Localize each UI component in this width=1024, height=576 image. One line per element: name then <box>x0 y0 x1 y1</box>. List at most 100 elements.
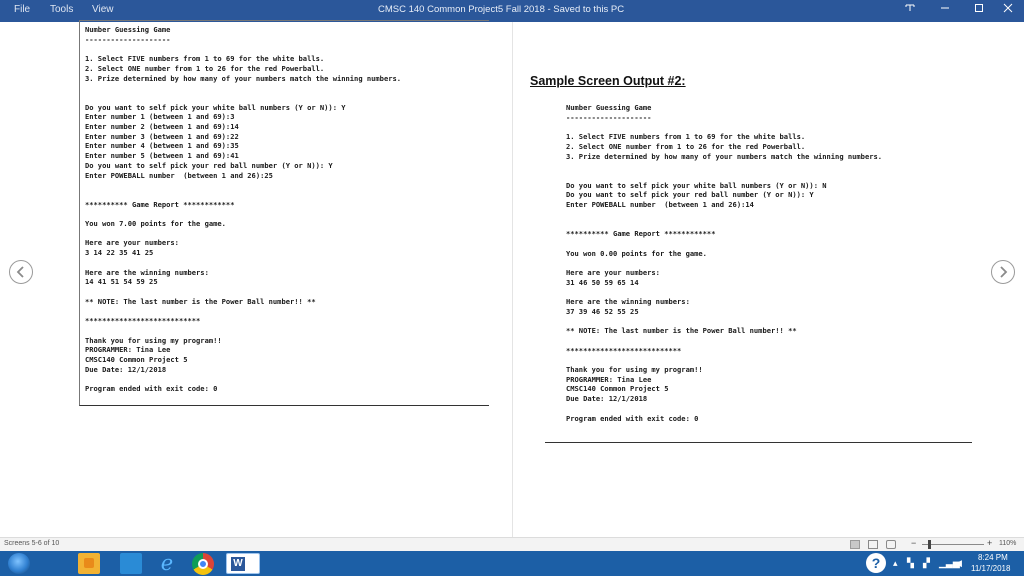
zoom-slider[interactable] <box>922 544 984 545</box>
sample-output-heading: Sample Screen Output #2: <box>530 74 686 88</box>
windows-start-icon[interactable] <box>8 553 30 574</box>
console-line: Do you want to self pick your white ball… <box>85 102 346 112</box>
network-icon[interactable]: ▚ <box>907 558 914 569</box>
chevron-right-icon <box>1000 266 1008 278</box>
console-line: 3. Prize determined by how many of your … <box>85 73 402 83</box>
console-line: CMSC140 Common Project 5 <box>566 384 669 394</box>
console-line: 31 46 50 59 65 14 <box>566 277 639 287</box>
console-line: Here are your numbers: <box>85 238 179 248</box>
console-line: Due Date: 12/1/2018 <box>85 364 167 374</box>
read-mode-icon[interactable] <box>850 540 860 549</box>
console-line: Here are your numbers: <box>566 267 660 277</box>
console-line: ********** Game Report ************ <box>566 229 716 239</box>
console-line: You won 0.00 points for the game. <box>566 248 707 258</box>
console-line: ** NOTE: The last number is the Power Ba… <box>85 296 316 306</box>
console-line: 1. Select FIVE numbers from 1 to 69 for … <box>566 132 806 142</box>
console-output-left: Number Guessing Game --------------------… <box>85 25 401 394</box>
maximize-icon[interactable] <box>966 2 992 20</box>
file-explorer-icon[interactable] <box>78 553 100 574</box>
volume-icon[interactable]: ◀ <box>955 558 962 569</box>
console-line: CMSC140 Common Project 5 <box>85 354 188 364</box>
tray-expand-icon[interactable]: ▴ <box>893 558 898 569</box>
restore-mode-icon[interactable] <box>897 2 923 20</box>
console-output-right: Number Guessing Game --------------------… <box>566 103 882 423</box>
console-line: Do you want to self pick your white ball… <box>566 180 827 190</box>
console-line: Enter number 2 (between 1 and 69):14 <box>85 122 239 132</box>
action-center-icon[interactable]: ▞ <box>923 558 930 569</box>
console-line: 37 39 46 52 55 25 <box>566 306 639 316</box>
console-line: Here are the winning numbers: <box>566 297 690 307</box>
console-line: 3. Prize determined by how many of your … <box>566 151 883 161</box>
menu-tools[interactable]: Tools <box>50 4 73 15</box>
status-bar: Screens 5-6 of 10 − + 110% <box>0 537 1024 551</box>
zoom-slider-thumb[interactable] <box>928 540 932 549</box>
zoom-out-button[interactable]: − <box>911 538 916 548</box>
console-line: Enter POWEBALL number (between 1 and 26)… <box>85 170 273 180</box>
clock-time[interactable]: 8:24 PM <box>978 553 1008 562</box>
zoom-level[interactable]: 110% <box>999 540 1016 547</box>
console-line: *************************** <box>85 316 201 326</box>
print-layout-icon[interactable] <box>868 540 878 549</box>
console-line: Due Date: 12/1/2018 <box>566 394 648 404</box>
console-line: Enter number 1 (between 1 and 69):3 <box>85 112 235 122</box>
console-line: 14 41 51 54 59 25 <box>85 277 158 287</box>
close-icon[interactable] <box>995 2 1021 20</box>
clock-date[interactable]: 11/17/2018 <box>971 564 1010 573</box>
chrome-icon[interactable] <box>192 553 214 575</box>
console-line: Number Guessing Game <box>566 103 652 112</box>
console-line: Thank you for using my program!! <box>85 335 222 345</box>
console-line: Program ended with exit code: 0 <box>85 384 218 394</box>
previous-screen-button[interactable] <box>9 260 33 284</box>
help-icon[interactable]: ? <box>866 553 886 573</box>
horizontal-rule <box>545 442 972 443</box>
word-icon-label: W <box>231 557 245 571</box>
minimize-icon[interactable] <box>932 2 958 20</box>
zoom-in-button[interactable]: + <box>987 538 992 548</box>
console-line: ** NOTE: The last number is the Power Ba… <box>566 326 797 336</box>
screen-counter: Screens 5-6 of 10 <box>4 540 60 547</box>
console-line: Enter number 3 (between 1 and 69):22 <box>85 131 239 141</box>
console-line: PROGRAMMER: Tina Lee <box>566 374 652 384</box>
next-screen-button[interactable] <box>991 260 1015 284</box>
console-line: Enter number 4 (between 1 and 69):35 <box>85 141 239 151</box>
console-line: ********** Game Report ************ <box>85 199 235 209</box>
console-line: PROGRAMMER: Tina Lee <box>85 345 171 355</box>
console-line: -------------------- <box>566 112 652 122</box>
console-line: Program ended with exit code: 0 <box>566 413 699 423</box>
console-line: 1. Select FIVE numbers from 1 to 69 for … <box>85 54 325 64</box>
console-line: Enter number 5 (between 1 and 69):41 <box>85 151 239 161</box>
menu-view[interactable]: View <box>92 4 114 15</box>
console-line: 2. Select ONE number from 1 to 26 for th… <box>85 63 325 73</box>
document-title: CMSC 140 Common Project5 Fall 2018 - Sav… <box>378 4 625 15</box>
console-line: Here are the winning numbers: <box>85 267 209 277</box>
console-line: Do you want to self pick your red ball n… <box>85 160 333 170</box>
taskbar-app-icon[interactable] <box>120 553 142 574</box>
web-layout-icon[interactable] <box>886 540 896 549</box>
chevron-left-icon <box>16 266 24 278</box>
internet-explorer-icon[interactable]: e <box>156 553 178 574</box>
console-line: -------------------- <box>85 34 171 44</box>
console-line: Enter POWEBALL number (between 1 and 26)… <box>566 200 754 210</box>
word-icon[interactable]: W <box>226 553 260 574</box>
console-line: 2. Select ONE number from 1 to 26 for th… <box>566 141 806 151</box>
menu-file[interactable]: File <box>14 4 30 15</box>
